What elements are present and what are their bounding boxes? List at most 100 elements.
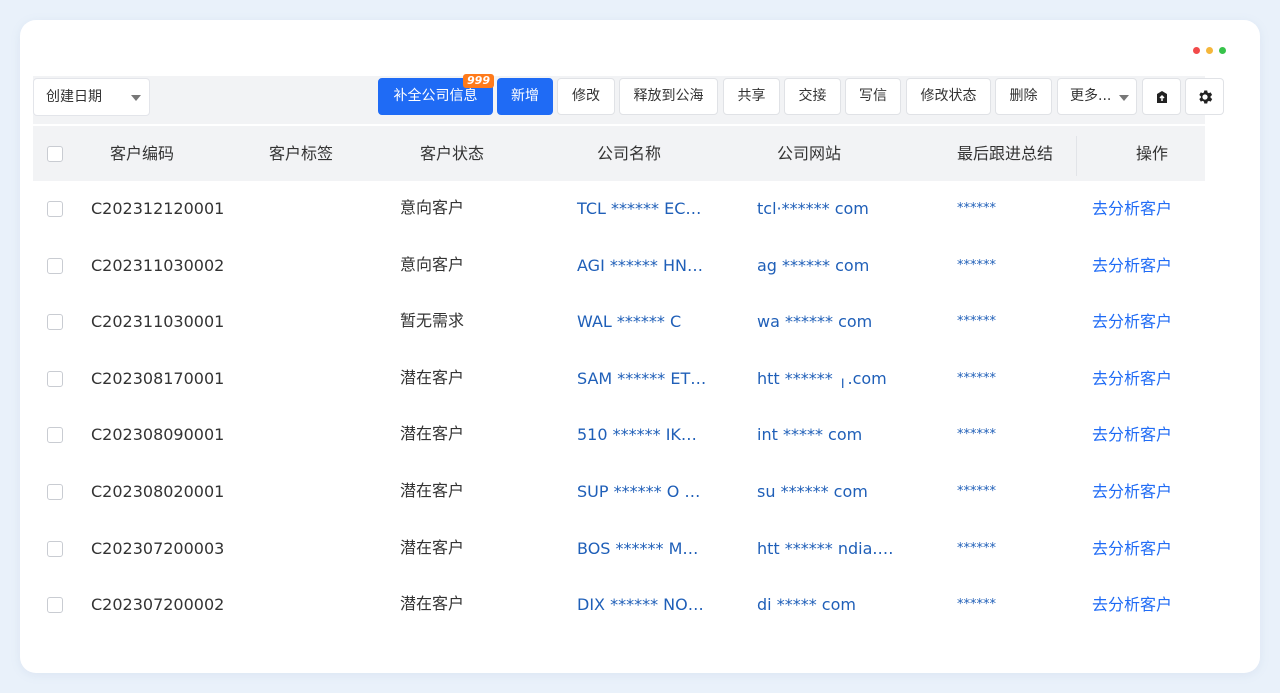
company-name-link[interactable]: 510 ****** IK… xyxy=(577,407,697,463)
customer-status: 潜在客户 xyxy=(400,537,465,557)
add-label: 新增 xyxy=(511,88,539,104)
customer-status: 潜在客户 xyxy=(400,594,465,614)
analyze-customer-link[interactable]: 去分析客户 xyxy=(1092,351,1172,407)
table-body: C202312120001 意向客户 TCL ****** EC… tcl·**… xyxy=(33,181,1205,634)
date-filter-label: 创建日期 xyxy=(46,89,102,105)
row-checkbox[interactable] xyxy=(47,201,63,217)
export-button[interactable] xyxy=(1142,78,1181,115)
last-follow-summary: ****** xyxy=(957,314,996,330)
add-button[interactable]: 新增 xyxy=(497,78,553,115)
yellow-dot xyxy=(1206,47,1213,54)
customer-status: 潜在客户 xyxy=(400,367,465,387)
company-website-link[interactable]: int ***** com xyxy=(757,407,862,463)
row-checkbox[interactable] xyxy=(47,483,63,500)
analyze-customer-link[interactable]: 去分析客户 xyxy=(1092,294,1172,350)
company-name-link[interactable]: WAL ****** C xyxy=(577,294,681,350)
header-last-follow-summary: 最后跟进总结 xyxy=(957,144,1054,163)
analyze-customer-link[interactable]: 去分析客户 xyxy=(1092,521,1172,577)
row-checkbox[interactable] xyxy=(47,540,63,557)
analyze-customer-link[interactable]: 去分析客户 xyxy=(1092,238,1172,294)
company-name-link[interactable]: BOS ****** M… xyxy=(577,521,698,577)
last-follow-summary: ****** xyxy=(957,597,996,613)
change-status-label: 修改状态 xyxy=(920,88,977,104)
edit-button[interactable]: 修改 xyxy=(557,78,615,115)
customer-status: 暂无需求 xyxy=(400,311,465,331)
share-label: 共享 xyxy=(737,88,766,104)
analyze-customer-link[interactable]: 去分析客户 xyxy=(1092,407,1172,463)
table-row: C202308020001 潜在客户 SUP ****** O … su ***… xyxy=(33,464,1205,521)
customer-status: 意向客户 xyxy=(400,198,465,217)
company-website-link[interactable]: htt ****** ╷.com xyxy=(757,351,887,407)
handover-button[interactable]: 交接 xyxy=(784,78,841,115)
company-website-link[interactable]: ag ****** com xyxy=(757,238,869,294)
more-label: 更多... xyxy=(1070,88,1112,104)
release-to-pool-button[interactable]: 释放到公海 xyxy=(619,78,718,115)
edit-label: 修改 xyxy=(572,88,600,104)
header-customer-status: 客户状态 xyxy=(420,144,485,163)
write-letter-button[interactable]: 写信 xyxy=(845,78,901,115)
analyze-customer-link[interactable]: 去分析客户 xyxy=(1092,577,1172,633)
delete-button[interactable]: 删除 xyxy=(995,78,1052,115)
table-row: C202311030002 意向客户 AGI ****** HN… ag ***… xyxy=(33,238,1205,295)
header-company-name: 公司名称 xyxy=(597,144,662,163)
customer-status: 潜在客户 xyxy=(400,424,465,444)
row-checkbox[interactable] xyxy=(47,427,63,444)
release-label: 释放到公海 xyxy=(633,88,704,104)
write-letter-label: 写信 xyxy=(859,88,887,104)
count-badge: 999 xyxy=(463,74,494,88)
company-website-link[interactable]: wa ****** com xyxy=(757,294,872,350)
company-website-link[interactable]: htt ****** ndia.… xyxy=(757,521,894,577)
export-icon xyxy=(1156,91,1167,103)
date-filter-select[interactable]: 创建日期 xyxy=(33,78,150,116)
header-company-website: 公司网站 xyxy=(777,144,842,163)
settings-button[interactable] xyxy=(1185,78,1224,115)
handover-label: 交接 xyxy=(798,88,827,104)
select-all-checkbox[interactable] xyxy=(47,146,63,162)
change-status-button[interactable]: 修改状态 xyxy=(906,78,991,115)
toolbar: 创建日期 补全公司信息 999 新增 修改 释放到公海 共享 交接 写信 修改状… xyxy=(33,74,1224,124)
row-checkbox[interactable] xyxy=(47,314,63,331)
customer-status: 意向客户 xyxy=(400,254,465,274)
complete-company-info-button[interactable]: 补全公司信息 999 xyxy=(378,74,494,115)
company-website-link[interactable]: tcl·****** com xyxy=(757,181,869,237)
table-row: C202311030001 暂无需求 WAL ****** C wa *****… xyxy=(33,294,1205,351)
red-dot xyxy=(1193,47,1200,54)
customer-code: C202307200002 xyxy=(91,595,225,615)
customer-code: C202307200003 xyxy=(91,538,225,558)
green-dot xyxy=(1219,47,1226,54)
chevron-down-icon xyxy=(1119,95,1129,101)
table-row: C202307200002 潜在客户 DIX ****** NO… di ***… xyxy=(33,577,1205,634)
table-header: 客户编码 客户标签 客户状态 公司名称 公司网站 最后跟进总结 操作 xyxy=(33,126,1205,181)
last-follow-summary: ****** xyxy=(957,427,996,443)
company-name-link[interactable]: AGI ****** HN… xyxy=(577,238,703,294)
company-name-link[interactable]: SAM ****** ET… xyxy=(577,351,706,407)
customer-code: C202308020001 xyxy=(91,481,225,501)
row-checkbox[interactable] xyxy=(47,597,63,614)
chevron-down-icon xyxy=(131,95,141,101)
analyze-customer-link[interactable]: 去分析客户 xyxy=(1092,181,1172,237)
gear-icon xyxy=(1198,90,1212,104)
customer-code: C202311030001 xyxy=(91,312,225,332)
table-row: C202308090001 潜在客户 510 ****** IK… int **… xyxy=(33,407,1205,464)
company-name-link[interactable]: DIX ****** NO… xyxy=(577,577,704,633)
company-website-link[interactable]: su ****** com xyxy=(757,464,868,520)
more-button[interactable]: 更多... xyxy=(1057,78,1137,115)
customer-code: C202311030002 xyxy=(91,255,225,275)
last-follow-summary: ****** xyxy=(957,370,996,386)
customer-code: C202308170001 xyxy=(91,368,225,388)
company-name-link[interactable]: SUP ****** O … xyxy=(577,464,700,520)
delete-label: 删除 xyxy=(1009,88,1038,104)
share-button[interactable]: 共享 xyxy=(723,78,780,115)
table-row: C202308170001 潜在客户 SAM ****** ET… htt **… xyxy=(33,351,1205,408)
row-checkbox[interactable] xyxy=(47,257,63,274)
complete-company-info-label: 补全公司信息 xyxy=(393,88,478,104)
last-follow-summary: ****** xyxy=(957,483,996,499)
analyze-customer-link[interactable]: 去分析客户 xyxy=(1092,464,1172,520)
company-website-link[interactable]: di ***** com xyxy=(757,577,856,633)
company-name-link[interactable]: TCL ****** EC… xyxy=(577,181,701,237)
customer-status: 潜在客户 xyxy=(400,480,465,500)
customer-code: C202312120001 xyxy=(91,199,225,218)
header-customer-tag: 客户标签 xyxy=(269,144,334,163)
last-follow-summary: ****** xyxy=(957,201,996,216)
row-checkbox[interactable] xyxy=(47,370,63,387)
